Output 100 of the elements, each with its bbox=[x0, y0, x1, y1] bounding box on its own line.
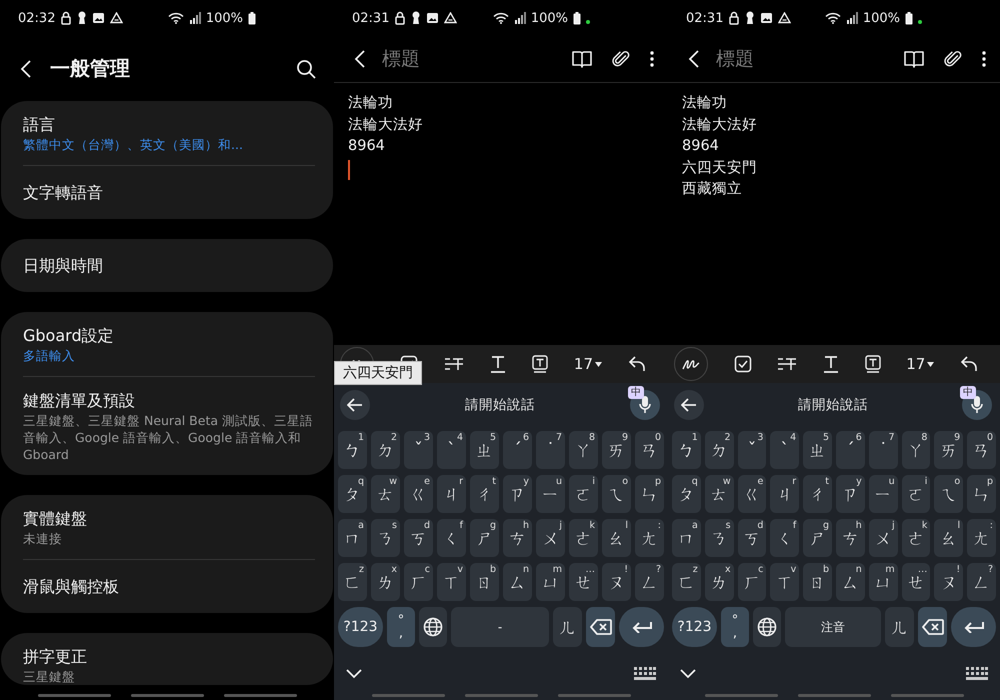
key[interactable]: ㄌ x bbox=[704, 563, 734, 601]
space-key[interactable]: - bbox=[451, 607, 549, 647]
key[interactable]: ˙ 7 bbox=[868, 431, 898, 469]
key[interactable]: ㄢ 0 bbox=[635, 431, 664, 469]
key[interactable]: ㄆ q bbox=[672, 475, 701, 513]
key[interactable]: ㄉ 2 bbox=[704, 431, 734, 469]
key[interactable]: ㄙ n bbox=[836, 563, 865, 601]
key[interactable]: ㄣ p bbox=[967, 475, 996, 513]
key[interactable]: ㄛ i bbox=[569, 475, 598, 513]
key[interactable]: ㄩ m bbox=[536, 563, 565, 601]
key[interactable]: ㄍ e bbox=[404, 475, 433, 513]
keyboard-icon[interactable] bbox=[966, 667, 988, 681]
key[interactable]: ㄒ v bbox=[770, 563, 800, 601]
key[interactable]: ㄜ k bbox=[902, 519, 930, 557]
key[interactable]: ㄗ y bbox=[836, 475, 865, 513]
symbols-key[interactable]: ?123 bbox=[338, 607, 383, 647]
key[interactable]: ˇ 3 bbox=[738, 431, 766, 469]
checkbox-icon[interactable] bbox=[734, 355, 752, 373]
key[interactable]: ˊ 6 bbox=[503, 431, 532, 469]
backspace-key[interactable] bbox=[918, 607, 947, 647]
settings-item[interactable]: 滑鼠與觸控板 bbox=[23, 559, 315, 613]
key[interactable]: ㄡ ! bbox=[934, 563, 964, 601]
key[interactable]: ˇ 3 bbox=[404, 431, 433, 469]
underline-icon[interactable] bbox=[822, 355, 839, 373]
key[interactable]: ㄥ ? bbox=[967, 563, 996, 601]
key[interactable]: ㄘ h bbox=[836, 519, 865, 557]
key[interactable]: ㄈ z bbox=[672, 563, 701, 601]
key[interactable]: ㄠ l bbox=[602, 519, 631, 557]
settings-item[interactable]: 語言 繁體中文（台灣）、英文（美國）和... bbox=[23, 101, 315, 165]
key[interactable]: ㄊ w bbox=[704, 475, 734, 513]
key[interactable]: ㄝ … bbox=[902, 563, 930, 601]
text-box-icon[interactable] bbox=[532, 355, 548, 373]
undo-icon[interactable] bbox=[960, 356, 978, 372]
key[interactable]: ㄉ 2 bbox=[371, 431, 400, 469]
enter-key[interactable] bbox=[951, 607, 996, 647]
backspace-key[interactable] bbox=[586, 607, 615, 647]
more-icon[interactable] bbox=[982, 51, 986, 67]
key[interactable]: ㄝ … bbox=[569, 563, 598, 601]
key[interactable]: ㄦ bbox=[885, 607, 914, 647]
handwriting-button[interactable] bbox=[674, 347, 708, 381]
punctuation-key[interactable]: ° , bbox=[721, 607, 749, 647]
key[interactable]: ㄇ a bbox=[672, 519, 701, 557]
settings-item[interactable]: 實體鍵盤 未連接 bbox=[23, 495, 315, 559]
settings-item[interactable]: 文字轉語音 bbox=[23, 165, 315, 219]
strikethrough-icon[interactable] bbox=[777, 356, 798, 372]
key[interactable]: ㄛ i bbox=[902, 475, 930, 513]
back-button[interactable] bbox=[674, 390, 704, 420]
space-key[interactable]: 注音 bbox=[785, 607, 881, 647]
undo-icon[interactable] bbox=[628, 356, 646, 372]
key[interactable]: ㄑ f bbox=[437, 519, 466, 557]
key[interactable]: ㄏ c bbox=[404, 563, 433, 601]
key[interactable]: ˋ 4 bbox=[770, 431, 800, 469]
key[interactable]: ㄟ o bbox=[934, 475, 964, 513]
enter-key[interactable] bbox=[619, 607, 664, 647]
key[interactable]: ˋ 4 bbox=[437, 431, 466, 469]
back-icon[interactable] bbox=[354, 49, 366, 69]
key[interactable]: ㄧ u bbox=[536, 475, 565, 513]
search-icon[interactable] bbox=[296, 58, 316, 78]
key[interactable]: ㄐ r bbox=[770, 475, 800, 513]
key[interactable]: ㄨ j bbox=[868, 519, 898, 557]
key[interactable]: ㄩ m bbox=[868, 563, 898, 601]
key[interactable]: ㄚ 8 bbox=[902, 431, 930, 469]
strikethrough-icon[interactable] bbox=[444, 356, 464, 372]
language-key[interactable] bbox=[419, 607, 447, 647]
underline-icon[interactable] bbox=[490, 355, 506, 373]
back-button[interactable] bbox=[340, 390, 370, 420]
symbols-key[interactable]: ?123 bbox=[672, 607, 717, 647]
key[interactable]: ㄙ n bbox=[503, 563, 532, 601]
key[interactable]: ㄅ 1 bbox=[338, 431, 367, 469]
key[interactable]: ㄖ b bbox=[470, 563, 499, 601]
key[interactable]: ㄈ z bbox=[338, 563, 367, 601]
title-field[interactable]: 標題 bbox=[716, 48, 890, 70]
key[interactable]: ㄥ ? bbox=[635, 563, 664, 601]
settings-item[interactable]: Gboard設定 多語輸入 bbox=[23, 312, 315, 376]
back-icon[interactable] bbox=[688, 49, 700, 69]
back-icon[interactable] bbox=[20, 58, 32, 78]
key[interactable]: ㄏ c bbox=[738, 563, 766, 601]
font-size-button[interactable]: 17 bbox=[906, 355, 934, 373]
key[interactable]: ㄆ q bbox=[338, 475, 367, 513]
key[interactable]: ˙ 7 bbox=[536, 431, 565, 469]
key[interactable]: ㄖ b bbox=[803, 563, 832, 601]
language-key[interactable] bbox=[753, 607, 781, 647]
key[interactable]: ㄒ v bbox=[437, 563, 466, 601]
key[interactable]: ㄑ f bbox=[770, 519, 800, 557]
settings-item[interactable]: 鍵盤清單及預設 三星鍵盤、三星鍵盤 Neural Beta 測試版、三星語音輸入、Google 語音輸入、Google 語音輸入和 Gboard bbox=[23, 376, 315, 475]
book-icon[interactable] bbox=[572, 50, 592, 68]
key[interactable]: ㄓ 5 bbox=[470, 431, 499, 469]
key[interactable]: ㄎ d bbox=[404, 519, 433, 557]
key[interactable]: ㄓ 5 bbox=[803, 431, 832, 469]
chevron-down-icon[interactable] bbox=[680, 669, 696, 679]
key[interactable]: ㄞ 9 bbox=[934, 431, 964, 469]
key[interactable]: ㄊ w bbox=[371, 475, 400, 513]
key[interactable]: ㄌ x bbox=[371, 563, 400, 601]
key[interactable]: ㄋ s bbox=[704, 519, 734, 557]
settings-item[interactable]: 日期與時間 bbox=[23, 239, 315, 292]
settings-item[interactable]: 拼字更正 三星鍵盤 bbox=[23, 633, 315, 685]
key[interactable]: ㄡ ! bbox=[602, 563, 631, 601]
key[interactable]: ㄍ e bbox=[738, 475, 766, 513]
key[interactable]: ㄞ 9 bbox=[602, 431, 631, 469]
paperclip-icon[interactable] bbox=[612, 49, 630, 69]
